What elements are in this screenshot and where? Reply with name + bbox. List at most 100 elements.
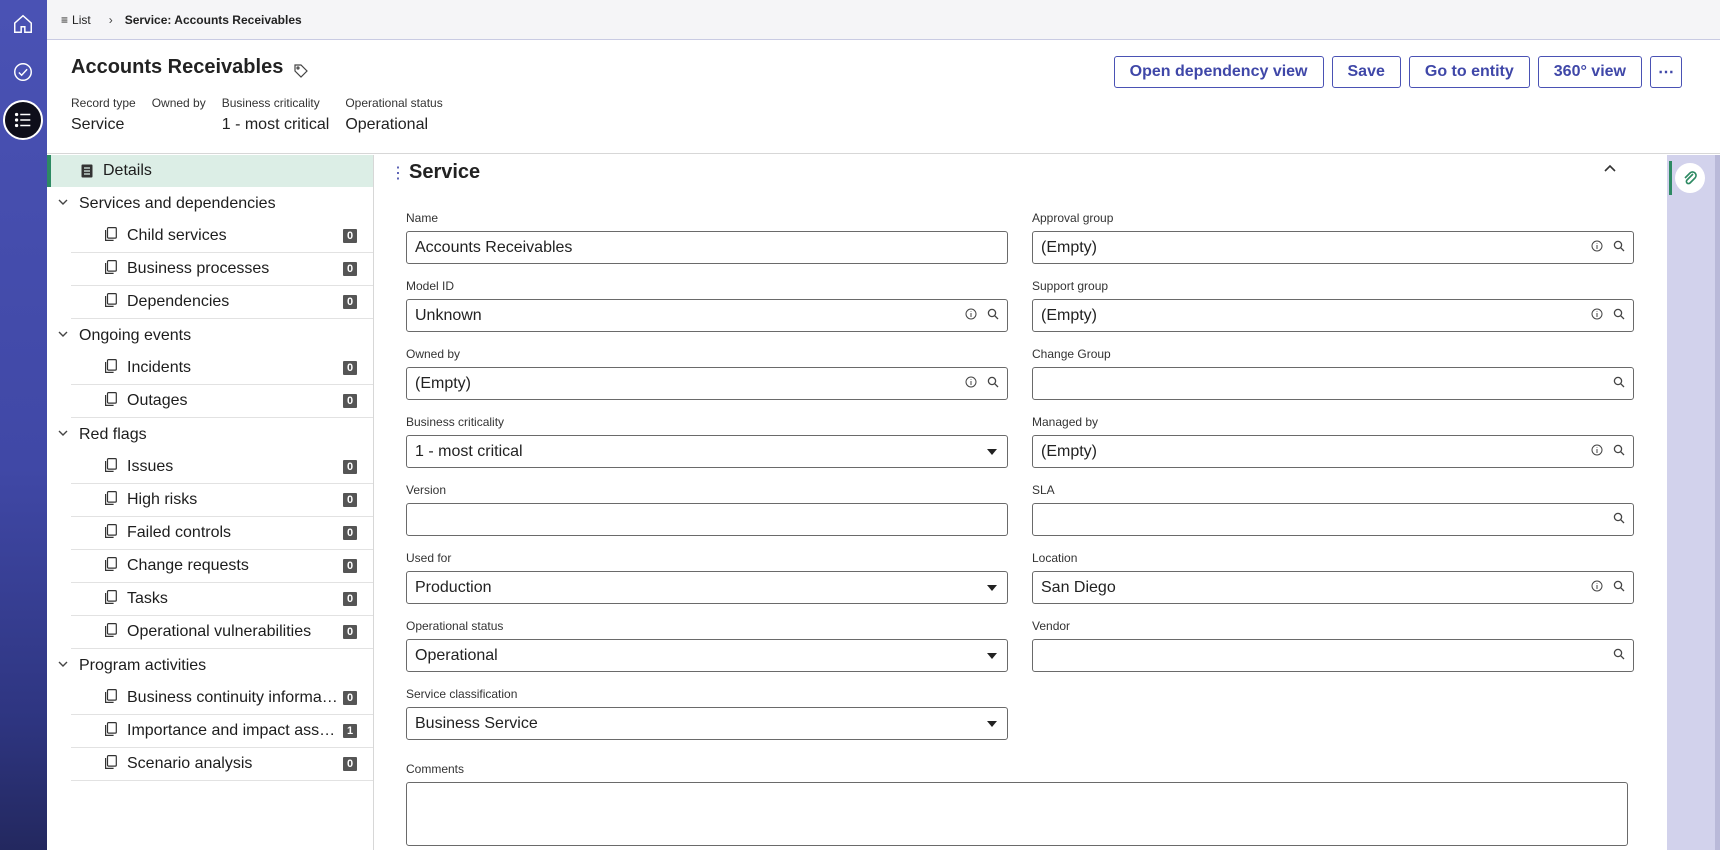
lookup-input[interactable]: [1032, 367, 1634, 400]
field-label: Operational status: [406, 619, 504, 633]
comments-textarea[interactable]: [406, 782, 1628, 846]
sidebar-item[interactable]: Tasks 0: [71, 583, 373, 616]
count-badge: 0: [343, 295, 357, 309]
field-icons: [1613, 504, 1625, 535]
info-icon[interactable]: [1591, 307, 1603, 325]
lookup-input[interactable]: (Empty): [1032, 299, 1634, 332]
info-icon[interactable]: [965, 375, 977, 393]
sidebar-item-label: Operational vulnerabilities: [127, 623, 312, 640]
info-icon[interactable]: [1591, 443, 1603, 461]
count-badge: 0: [343, 229, 357, 243]
sidebar-item-label: Failed controls: [127, 524, 232, 541]
section-menu-icon[interactable]: ⋮: [390, 163, 406, 183]
meta-label: Record type: [71, 96, 136, 110]
search-icon[interactable]: [1613, 239, 1625, 257]
tag-icon[interactable]: [293, 63, 309, 79]
attachments-button[interactable]: [1675, 163, 1705, 193]
dropdown-caret-icon[interactable]: [987, 653, 997, 659]
list-button[interactable]: [3, 100, 43, 140]
sidebar-item[interactable]: Dependencies 0: [71, 286, 373, 319]
more-actions-button[interactable]: ⋯: [1650, 56, 1682, 88]
360-view-button[interactable]: 360° view: [1537, 56, 1642, 88]
search-icon[interactable]: [1613, 307, 1625, 325]
sidebar-item[interactable]: Operational vulnerabilities 0: [71, 616, 373, 649]
field-icons: [965, 300, 999, 331]
select-input[interactable]: Production: [406, 571, 1008, 604]
document-icon: [105, 523, 127, 543]
search-icon[interactable]: [987, 307, 999, 325]
form-field: Change Group: [1032, 347, 1634, 400]
sidebar-item[interactable]: Scenario analysis 0: [71, 748, 373, 781]
sidebar-item[interactable]: Child services 0: [71, 220, 373, 253]
field-icons: [1591, 572, 1625, 603]
lookup-input[interactable]: San Diego: [1032, 571, 1634, 604]
sidebar-item[interactable]: High risks 0: [71, 484, 373, 517]
select-input[interactable]: 1 - most critical: [406, 435, 1008, 468]
lookup-input[interactable]: (Empty): [1032, 435, 1634, 468]
save-button[interactable]: Save: [1331, 56, 1401, 88]
form-field: Managed by (Empty): [1032, 415, 1634, 468]
search-icon[interactable]: [1613, 443, 1625, 461]
meta-value: Service: [71, 116, 125, 133]
home-button[interactable]: [3, 4, 43, 44]
sidebar-item[interactable]: Business processes 0: [71, 253, 373, 286]
lookup-input[interactable]: (Empty): [406, 367, 1008, 400]
search-icon[interactable]: [1613, 375, 1625, 393]
sidebar-item[interactable]: Issues 0: [71, 451, 373, 484]
form-field: Owned by (Empty): [406, 347, 1008, 400]
sidebar-group[interactable]: Services and dependencies: [47, 187, 373, 220]
form-field: Location San Diego: [1032, 551, 1634, 604]
collapse-section-icon[interactable]: [1603, 163, 1617, 173]
document-icon: [105, 259, 127, 279]
count-badge: 0: [343, 460, 357, 474]
meta-value: 1 - most critical: [221, 116, 330, 133]
meta-label: Business criticality: [221, 96, 320, 110]
field-value: Business Service: [415, 714, 538, 732]
sidebar-item-details[interactable]: Details: [47, 155, 373, 187]
list-link[interactable]: ≡ List: [61, 13, 91, 27]
select-input[interactable]: Operational: [406, 639, 1008, 672]
sidebar-item[interactable]: Failed controls 0: [71, 517, 373, 550]
select-input[interactable]: Business Service: [406, 707, 1008, 740]
meta-record-type: Record type Service: [71, 96, 136, 134]
sidebar-item[interactable]: Incidents 0: [71, 352, 373, 385]
info-icon[interactable]: [1591, 579, 1603, 597]
info-icon[interactable]: [965, 307, 977, 325]
search-icon[interactable]: [1613, 511, 1625, 529]
text-input[interactable]: [406, 503, 1008, 536]
search-icon[interactable]: [1613, 647, 1625, 665]
sidebar-item[interactable]: Importance and impact asse... 1: [71, 715, 373, 748]
comments-field: Comments: [406, 762, 1628, 846]
go-to-entity-button[interactable]: Go to entity: [1408, 56, 1530, 88]
document-icon: [105, 391, 127, 411]
sidebar-item[interactable]: Outages 0: [71, 385, 373, 418]
page-scrollbar[interactable]: [1715, 155, 1720, 850]
chevron-down-icon: [57, 195, 69, 213]
text-input[interactable]: Accounts Receivables: [406, 231, 1008, 264]
dropdown-caret-icon[interactable]: [987, 449, 997, 455]
field-label: Owned by: [406, 347, 461, 361]
sidebar-group[interactable]: Red flags: [47, 418, 373, 451]
sidebar-item[interactable]: Business continuity informat... 0: [71, 682, 373, 715]
app-rail: [0, 0, 47, 850]
tasks-button[interactable]: [3, 52, 43, 92]
search-icon[interactable]: [1613, 579, 1625, 597]
lookup-input[interactable]: (Empty): [1032, 231, 1634, 264]
sidebar-groups: Services and dependencies Child services 0…: [47, 187, 373, 781]
field-label: Approval group: [1032, 211, 1114, 225]
dropdown-caret-icon[interactable]: [987, 585, 997, 591]
sidebar-group[interactable]: Program activities: [47, 649, 373, 682]
meta-business-criticality: Business criticality 1 - most critical: [222, 96, 330, 134]
lookup-input[interactable]: [1032, 503, 1634, 536]
field-value: San Diego: [1041, 578, 1116, 596]
info-icon[interactable]: [1591, 239, 1603, 257]
lookup-input[interactable]: [1032, 639, 1634, 672]
sidebar-item[interactable]: Change requests 0: [71, 550, 373, 583]
home-icon: [14, 14, 32, 33]
sidebar-group[interactable]: Ongoing events: [47, 319, 373, 352]
lookup-input[interactable]: Unknown: [406, 299, 1008, 332]
meta-value: Operational: [345, 116, 429, 133]
dropdown-caret-icon[interactable]: [987, 721, 997, 727]
search-icon[interactable]: [987, 375, 999, 393]
open-dependency-view-button[interactable]: Open dependency view: [1113, 56, 1324, 88]
